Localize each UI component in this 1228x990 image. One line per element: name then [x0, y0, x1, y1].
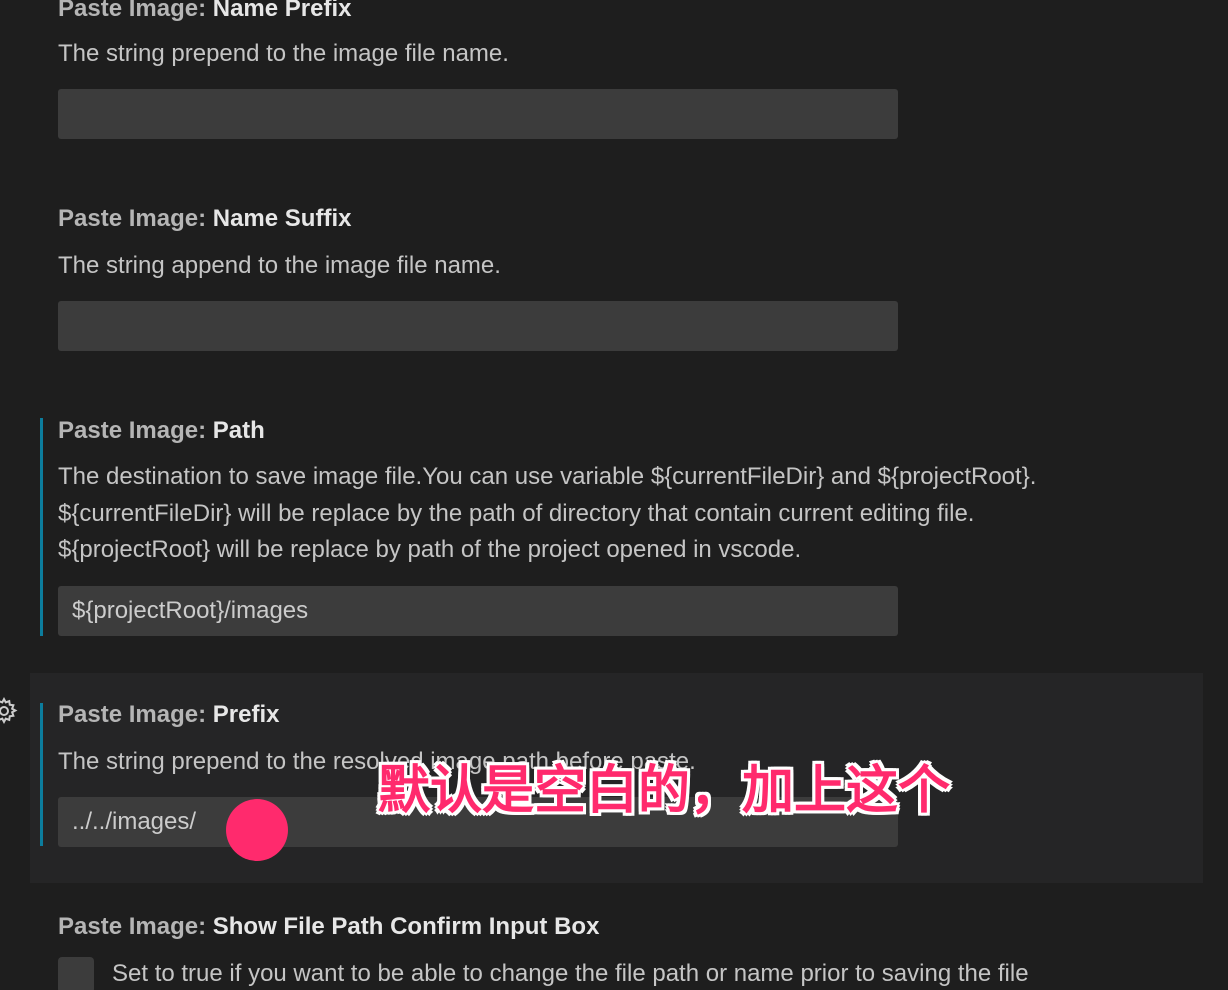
- setting-title: Paste Image: Name Prefix: [58, 0, 352, 24]
- setting-description: The string prepend to the image file nam…: [58, 36, 509, 73]
- setting-description: Set to true if you want to be able to ch…: [112, 960, 1029, 987]
- setting-key: Path: [212, 417, 265, 444]
- setting-category: Paste Image:: [58, 417, 207, 444]
- setting-name-prefix: Paste Image: Name Prefix The string prep…: [0, 0, 1228, 180]
- setting-description: The string append to the image file name…: [58, 248, 501, 285]
- setting-title: Paste Image: Show File Path Confirm Inpu…: [58, 912, 599, 942]
- setting-category: Paste Image:: [58, 701, 207, 728]
- gear-icon[interactable]: [0, 696, 19, 726]
- setting-description: The destination to save image file.You c…: [58, 459, 1036, 569]
- setting-key: Prefix: [212, 701, 280, 728]
- setting-key: Show File Path Confirm Input Box: [212, 913, 600, 940]
- description-line: The string append to the image file name…: [58, 252, 501, 279]
- setting-category: Paste Image:: [58, 913, 207, 940]
- path-input[interactable]: ${projectRoot}/images: [58, 586, 898, 636]
- description-line: The destination to save image file.You c…: [58, 463, 1037, 490]
- setting-category: Paste Image:: [58, 0, 207, 22]
- name-suffix-input[interactable]: [58, 301, 898, 351]
- show-file-path-confirm-checkbox[interactable]: [58, 957, 94, 990]
- setting-key: Name Suffix: [212, 205, 352, 232]
- annotation-text: 默认是空白的，加上这个: [378, 761, 951, 821]
- setting-title: Paste Image: Path: [58, 416, 265, 446]
- description-line: ${projectRoot} will be replace by path o…: [58, 536, 802, 563]
- setting-key: Name Prefix: [212, 0, 352, 22]
- setting-title: Paste Image: Name Suffix: [58, 204, 351, 234]
- setting-path: Paste Image: Path The destination to sav…: [0, 392, 1228, 672]
- modified-indicator: [40, 418, 43, 636]
- name-prefix-input[interactable]: [58, 89, 898, 139]
- description-line: The string prepend to the image file nam…: [58, 40, 509, 67]
- setting-name-suffix: Paste Image: Name Suffix The string appe…: [0, 180, 1228, 392]
- setting-title: Paste Image: Prefix: [58, 700, 279, 730]
- click-indicator: [226, 799, 288, 861]
- setting-category: Paste Image:: [58, 205, 207, 232]
- settings-editor: Paste Image: Name Prefix The string prep…: [0, 0, 1228, 990]
- description-line: ${currentFileDir} will be replace by the…: [58, 499, 975, 527]
- modified-indicator: [40, 703, 43, 846]
